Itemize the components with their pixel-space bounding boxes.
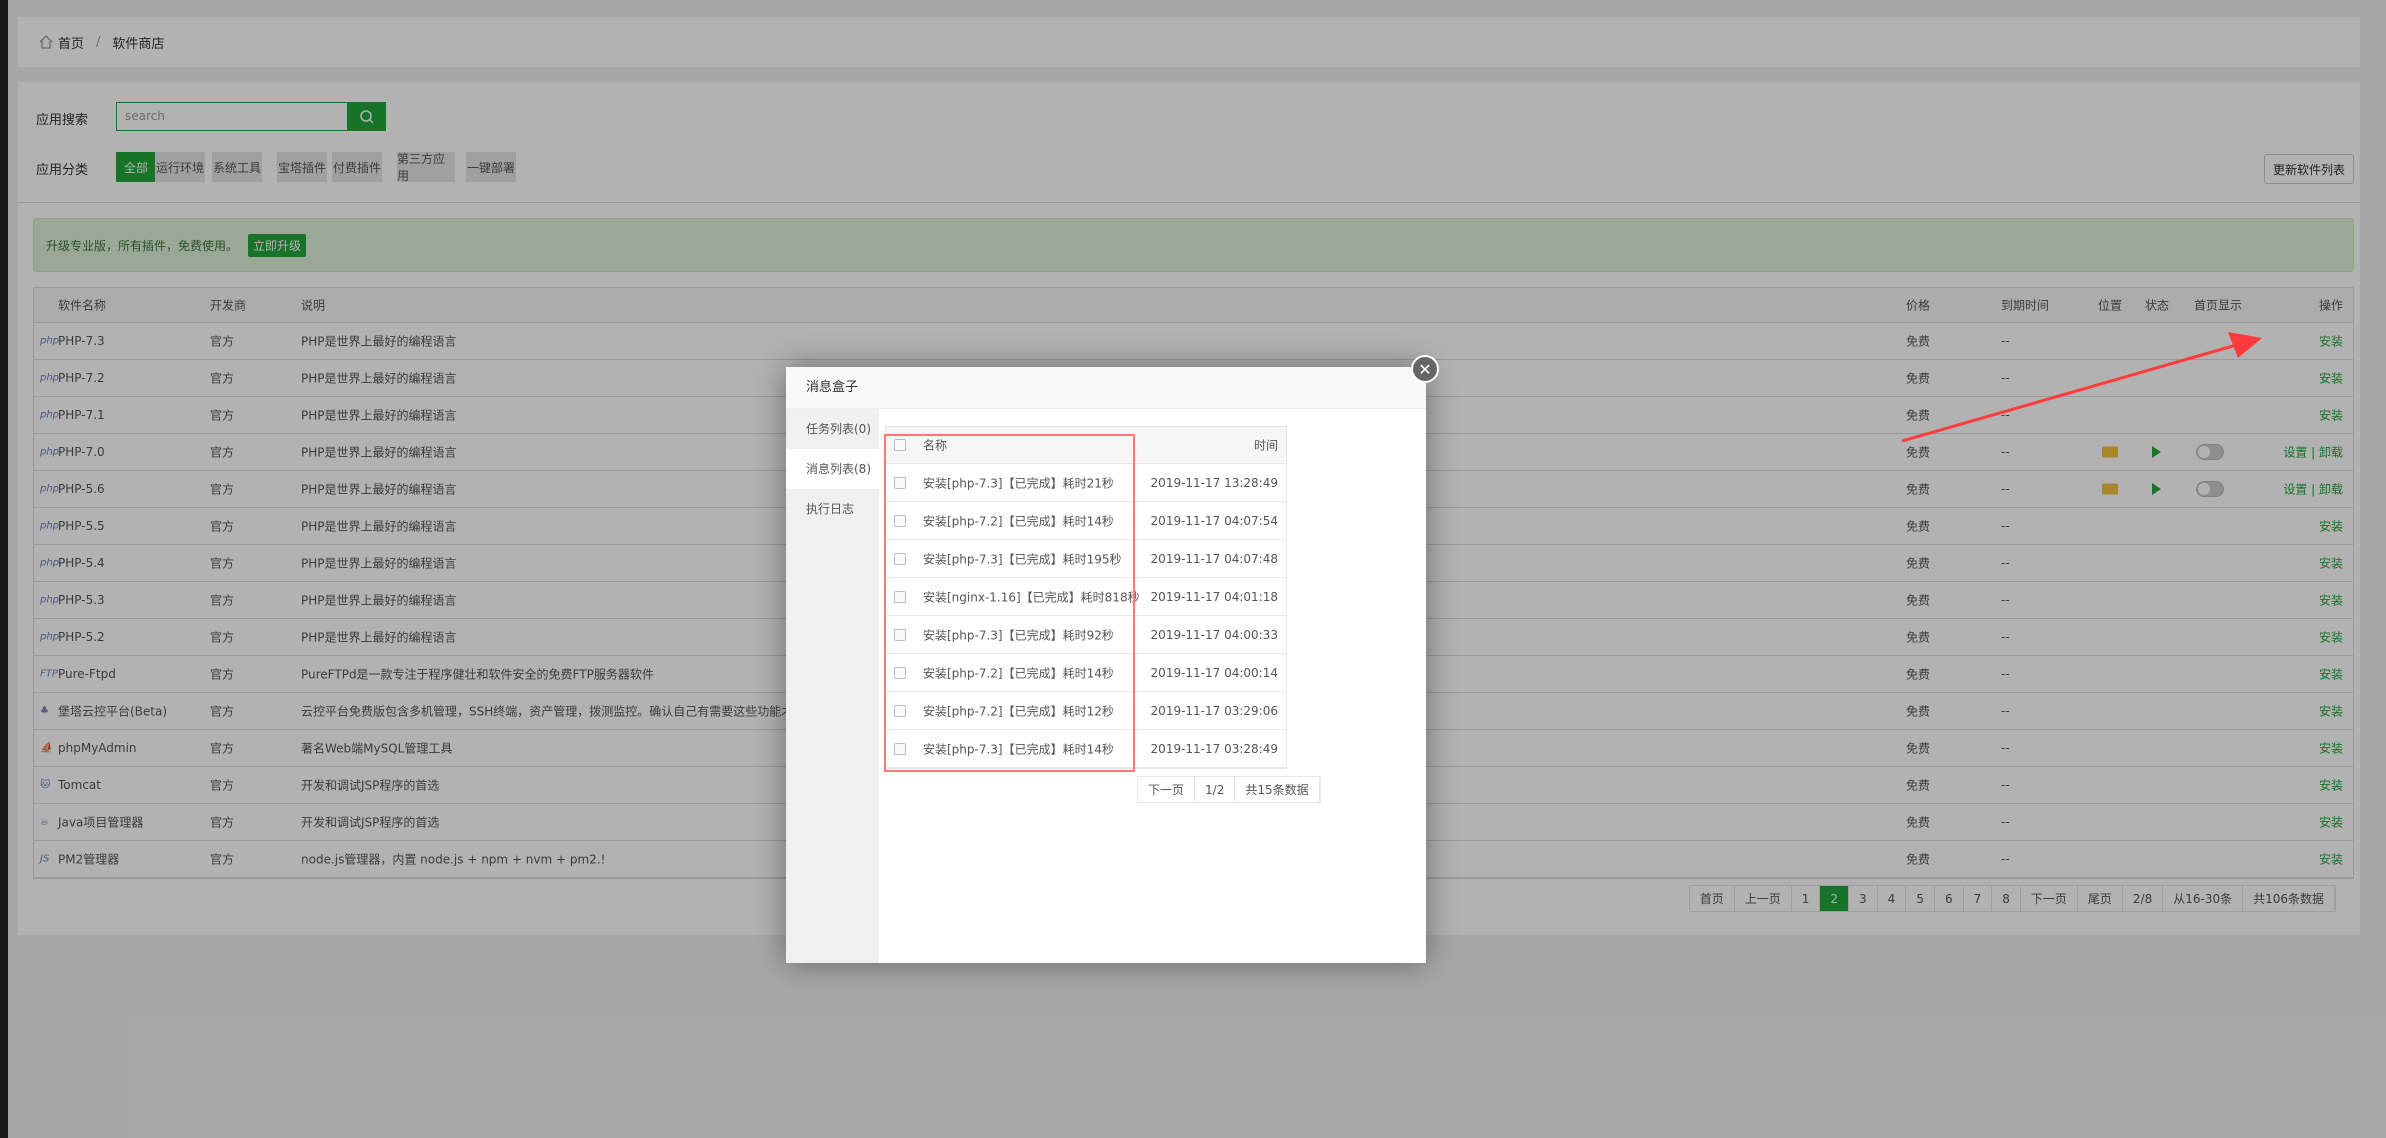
message-time: 2019-11-17 04:07:48 <box>1150 551 1278 566</box>
header-name: 名称 <box>923 438 948 453</box>
close-icon[interactable]: ✕ <box>1411 355 1439 383</box>
message-row: 安装[php-7.3]【已完成】耗时195秒 2019-11-17 04:07:4… <box>886 540 1286 578</box>
row-checkbox[interactable] <box>894 628 906 641</box>
message-name: 安装[php-7.2]【已完成】耗时14秒 <box>923 514 1114 528</box>
message-row: 安装[php-7.2]【已完成】耗时12秒 2019-11-17 03:29:06 <box>886 692 1286 730</box>
message-time: 2019-11-17 04:00:33 <box>1150 627 1278 642</box>
message-time: 2019-11-17 04:01:18 <box>1150 589 1278 604</box>
message-time: 2019-11-17 03:28:49 <box>1150 741 1278 756</box>
message-time: 2019-11-17 03:29:06 <box>1150 703 1278 718</box>
message-table: 名称 时间 安装[php-7.3]【已完成】耗时21秒 2019-11-17 13… <box>885 426 1287 769</box>
modal-page-link[interactable]: 下一页 <box>1138 777 1196 802</box>
modal-tab[interactable]: 执行日志 <box>786 489 879 529</box>
message-name: 安装[php-7.3]【已完成】耗时14秒 <box>923 742 1114 756</box>
message-row: 安装[php-7.2]【已完成】耗时14秒 2019-11-17 04:00:14 <box>886 654 1286 692</box>
message-name: 安装[nginx-1.16]【已完成】耗时818秒 <box>923 590 1140 604</box>
message-name: 安装[php-7.2]【已完成】耗时12秒 <box>923 704 1114 718</box>
message-row: 安装[php-7.2]【已完成】耗时14秒 2019-11-17 04:07:54 <box>886 502 1286 540</box>
message-time: 2019-11-17 04:07:54 <box>1150 513 1278 528</box>
row-checkbox[interactable] <box>894 552 906 565</box>
message-row: 安装[php-7.3]【已完成】耗时92秒 2019-11-17 04:00:33 <box>886 616 1286 654</box>
modal-tab[interactable]: 任务列表(0) <box>786 409 879 449</box>
row-checkbox[interactable] <box>894 476 906 489</box>
modal-page-link: 共15条数据 <box>1235 777 1320 802</box>
message-row: 安装[php-7.3]【已完成】耗时21秒 2019-11-17 13:28:49 <box>886 464 1286 502</box>
row-checkbox[interactable] <box>894 666 906 679</box>
row-checkbox[interactable] <box>894 704 906 717</box>
row-checkbox[interactable] <box>894 514 906 527</box>
message-time: 2019-11-17 04:00:14 <box>1150 665 1278 680</box>
header-time: 时间 <box>1253 438 1278 453</box>
message-table-header: 名称 时间 <box>886 427 1286 464</box>
row-checkbox[interactable] <box>894 742 906 755</box>
message-box-modal: 消息盒子 任务列表(0) 消息列表(8) 执行日志 名称 时间 安装[php-7.3… <box>786 367 1426 963</box>
message-name: 安装[php-7.3]【已完成】耗时195秒 <box>923 552 1122 566</box>
message-row: 安装[nginx-1.16]【已完成】耗时818秒 2019-11-17 04:0… <box>886 578 1286 616</box>
message-time: 2019-11-17 13:28:49 <box>1150 475 1278 490</box>
modal-pagination: 下一页 1/2 共15条数据 <box>1137 776 1321 803</box>
message-name: 安装[php-7.3]【已完成】耗时92秒 <box>923 628 1114 642</box>
modal-tab[interactable]: 消息列表(8) <box>786 449 879 489</box>
message-row: 安装[php-7.3]【已完成】耗时14秒 2019-11-17 03:28:49 <box>886 730 1286 768</box>
modal-page-link: 1/2 <box>1195 777 1236 802</box>
modal-title: 消息盒子 <box>786 367 1426 409</box>
modal-sidebar: 任务列表(0) 消息列表(8) 执行日志 <box>786 409 879 963</box>
row-checkbox[interactable] <box>894 590 906 603</box>
select-all-checkbox[interactable] <box>894 439 906 451</box>
message-name: 安装[php-7.3]【已完成】耗时21秒 <box>923 476 1114 490</box>
message-name: 安装[php-7.2]【已完成】耗时14秒 <box>923 666 1114 680</box>
